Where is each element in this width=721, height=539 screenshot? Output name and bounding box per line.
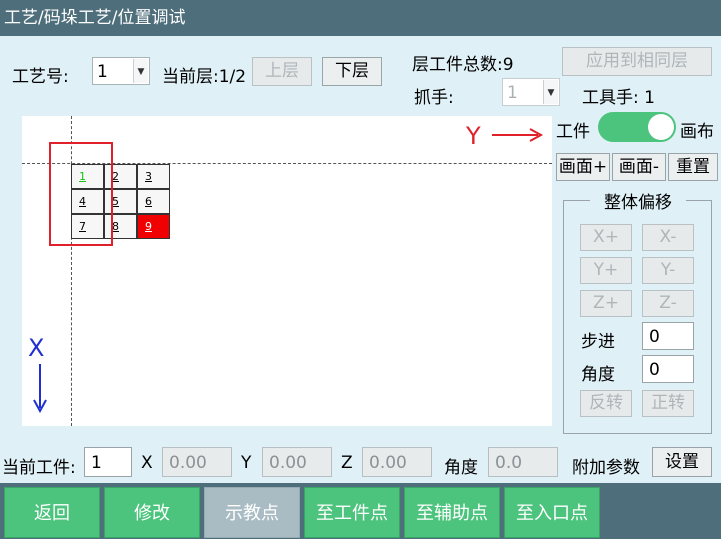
y-value-field[interactable]: 0.00 [262, 447, 332, 477]
recipe-select[interactable]: 1 ▼ [92, 57, 150, 85]
x-plus-button[interactable]: X+ [580, 224, 632, 251]
settings-button[interactable]: 设置 [652, 447, 712, 477]
tool-hand-label: 工具手: 1 [582, 88, 655, 108]
canvas-zoom-in-button[interactable]: 画面+ [556, 153, 610, 181]
chevron-down-icon[interactable]: ▼ [133, 59, 148, 83]
back-button[interactable]: 返回 [4, 487, 100, 538]
gripper-label: 抓手: [414, 88, 454, 108]
forward-rotate-button[interactable]: 正转 [642, 390, 694, 417]
chevron-down-icon[interactable]: ▼ [543, 80, 558, 104]
teach-point-button[interactable]: 示教点 [204, 487, 300, 538]
angle-input[interactable]: 0 [642, 355, 694, 383]
up-layer-button[interactable]: 上层 [252, 57, 312, 86]
z-value-field[interactable]: 0.00 [362, 447, 432, 477]
y-minus-button[interactable]: Y- [642, 257, 694, 284]
current-workpiece-input[interactable]: 1 [84, 447, 132, 477]
x-axis-label: X [28, 334, 45, 362]
gripper-select[interactable]: 1 ▼ [502, 78, 560, 106]
toggle-knob [648, 114, 674, 140]
cell-3[interactable]: 3 [137, 164, 170, 189]
current-layer-label: 当前层:1/2 [162, 67, 247, 87]
gripper-value: 1 [507, 83, 518, 103]
step-input[interactable]: 0 [642, 322, 694, 350]
recipe-value: 1 [97, 62, 108, 82]
x-value-field[interactable]: 0.00 [162, 447, 232, 477]
reverse-rotate-button[interactable]: 反转 [580, 390, 632, 417]
reset-button[interactable]: 重置 [668, 153, 718, 181]
cell-9[interactable]: 9 [137, 214, 170, 239]
z-label: Z [341, 453, 353, 473]
angle-label: 角度 [581, 365, 615, 385]
cell-6[interactable]: 6 [137, 189, 170, 214]
apply-same-layer-button[interactable]: 应用到相同层 [562, 47, 712, 76]
layout-canvas[interactable]: 1 2 3 4 5 6 7 8 9 Y X [22, 116, 552, 426]
to-workpiece-point-button[interactable]: 至工件点 [304, 487, 400, 538]
to-aux-point-button[interactable]: 至辅助点 [404, 487, 500, 538]
current-workpiece-label: 当前工件: [2, 458, 76, 478]
to-entry-point-button[interactable]: 至入口点 [504, 487, 600, 538]
title-bar: 工艺/码垛工艺/位置调试 [0, 0, 721, 36]
recipe-label: 工艺号: [12, 67, 69, 87]
z-minus-button[interactable]: Z- [642, 290, 694, 317]
toggle-left-label: 工件 [556, 122, 590, 142]
extra-params-label: 附加参数 [572, 458, 640, 478]
x-minus-button[interactable]: X- [642, 224, 694, 251]
angle-value-label: 角度 [444, 458, 478, 478]
angle-value-field[interactable]: 0.0 [488, 447, 558, 477]
modify-button[interactable]: 修改 [104, 487, 200, 538]
step-label: 步进 [581, 332, 615, 352]
layer-count-label: 层工件总数:9 [412, 55, 514, 75]
toggle-right-label: 画布 [680, 122, 714, 142]
y-label: Y [241, 453, 252, 473]
y-axis-label: Y [466, 122, 481, 150]
x-axis-arrow-icon [33, 364, 47, 414]
canvas-zoom-out-button[interactable]: 画面- [612, 153, 666, 181]
down-layer-button[interactable]: 下层 [322, 57, 382, 86]
y-axis-arrow-icon [492, 128, 544, 142]
offset-group-title: 整体偏移 [590, 188, 686, 213]
workpiece-canvas-toggle[interactable] [598, 112, 676, 142]
page-title: 工艺/码垛工艺/位置调试 [4, 8, 186, 28]
y-plus-button[interactable]: Y+ [580, 257, 632, 284]
gripper-outline [49, 142, 113, 246]
x-label: X [141, 453, 153, 473]
z-plus-button[interactable]: Z+ [580, 290, 632, 317]
